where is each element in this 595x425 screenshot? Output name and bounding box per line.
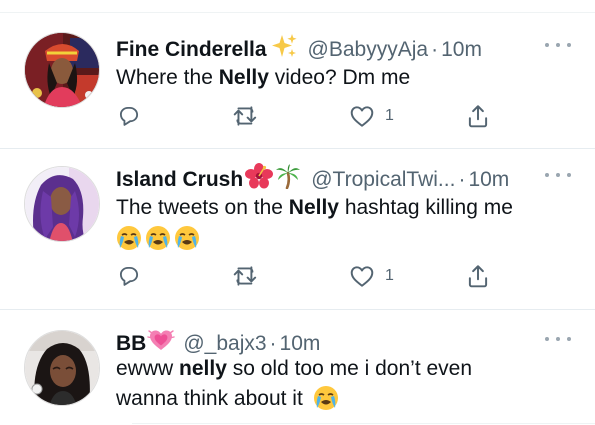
highlighted-keyword: Nelly xyxy=(288,196,339,219)
separator-dot: · xyxy=(269,332,277,355)
like-icon xyxy=(350,106,374,127)
sparkles-icon xyxy=(270,33,298,66)
tweet[interactable]: Island Crush @TropicalTwi... · 10m The t… xyxy=(0,149,595,309)
share-icon xyxy=(468,265,488,288)
tweet-actions: 1 xyxy=(116,101,506,131)
reply-button[interactable] xyxy=(116,101,142,131)
retweet-button[interactable] xyxy=(232,101,260,131)
retweet-icon xyxy=(233,266,257,286)
highlighted-keyword: nelly xyxy=(179,357,227,380)
tweet-header: Fine Cinderella @BabyyyAja · 10m xyxy=(116,33,482,66)
reply-button[interactable] xyxy=(116,261,142,291)
like-button[interactable]: 1 xyxy=(349,261,394,291)
tweet-text: The tweets on the Nelly hashtag killing … xyxy=(116,193,566,254)
bottom-divider xyxy=(132,423,595,424)
crying-face-icon xyxy=(116,225,142,251)
reply-icon xyxy=(119,266,139,286)
highlighted-keyword: Nelly xyxy=(218,66,269,89)
display-name[interactable]: Fine Cinderella xyxy=(116,38,267,61)
tweet-header: Island Crush @TropicalTwi... · 10m xyxy=(116,163,509,196)
user-handle[interactable]: @TropicalTwi... xyxy=(311,168,455,191)
more-icon[interactable] xyxy=(545,170,571,180)
tweet[interactable]: Fine Cinderella @BabyyyAja · 10m Where the… xyxy=(0,0,595,148)
display-name[interactable]: Island Crush xyxy=(116,168,243,191)
text-part: video? Dm me xyxy=(268,66,411,89)
share-icon xyxy=(468,105,488,128)
avatar[interactable] xyxy=(24,166,100,242)
share-button[interactable] xyxy=(466,261,490,291)
text-part: Where the xyxy=(116,66,219,89)
retweet-button[interactable] xyxy=(232,261,260,291)
emoji-row xyxy=(116,224,566,254)
like-count: 1 xyxy=(385,107,394,124)
like-icon xyxy=(350,266,374,287)
tweet[interactable]: BB @_bajx3 · 10m ewww nelly so old too me … xyxy=(0,310,595,425)
display-name[interactable]: BB xyxy=(116,332,146,355)
text-part: The tweets on the xyxy=(116,196,289,219)
hibiscus-icon xyxy=(245,163,274,196)
timestamp[interactable]: 10m xyxy=(280,332,321,355)
crying-face-icon xyxy=(174,225,200,251)
avatar[interactable] xyxy=(24,32,100,108)
user-handle[interactable]: @_bajx3 xyxy=(183,332,266,355)
like-button[interactable]: 1 xyxy=(349,101,394,131)
share-button[interactable] xyxy=(466,101,490,131)
more-icon[interactable] xyxy=(545,334,571,344)
tweet-text: Where the Nelly video? Dm me xyxy=(116,63,566,93)
timestamp[interactable]: 10m xyxy=(441,38,482,61)
crying-face-icon xyxy=(313,385,339,411)
reply-icon xyxy=(119,106,139,126)
text-part: ewww xyxy=(116,357,180,380)
separator-dot: · xyxy=(458,168,466,191)
palm-tree-icon xyxy=(275,163,301,196)
crying-face-icon xyxy=(145,225,171,251)
separator-dot: · xyxy=(431,38,439,61)
text-part: hashtag killing me xyxy=(338,196,513,219)
more-icon[interactable] xyxy=(545,40,571,50)
tweet-text: ewww nelly so old too me i don’t even wa… xyxy=(116,354,536,414)
user-handle[interactable]: @BabyyyAja xyxy=(308,38,429,61)
tweet-actions: 1 xyxy=(116,261,506,291)
avatar[interactable] xyxy=(24,330,100,406)
like-count: 1 xyxy=(385,267,394,284)
retweet-icon xyxy=(233,106,257,126)
timestamp[interactable]: 10m xyxy=(468,168,509,191)
